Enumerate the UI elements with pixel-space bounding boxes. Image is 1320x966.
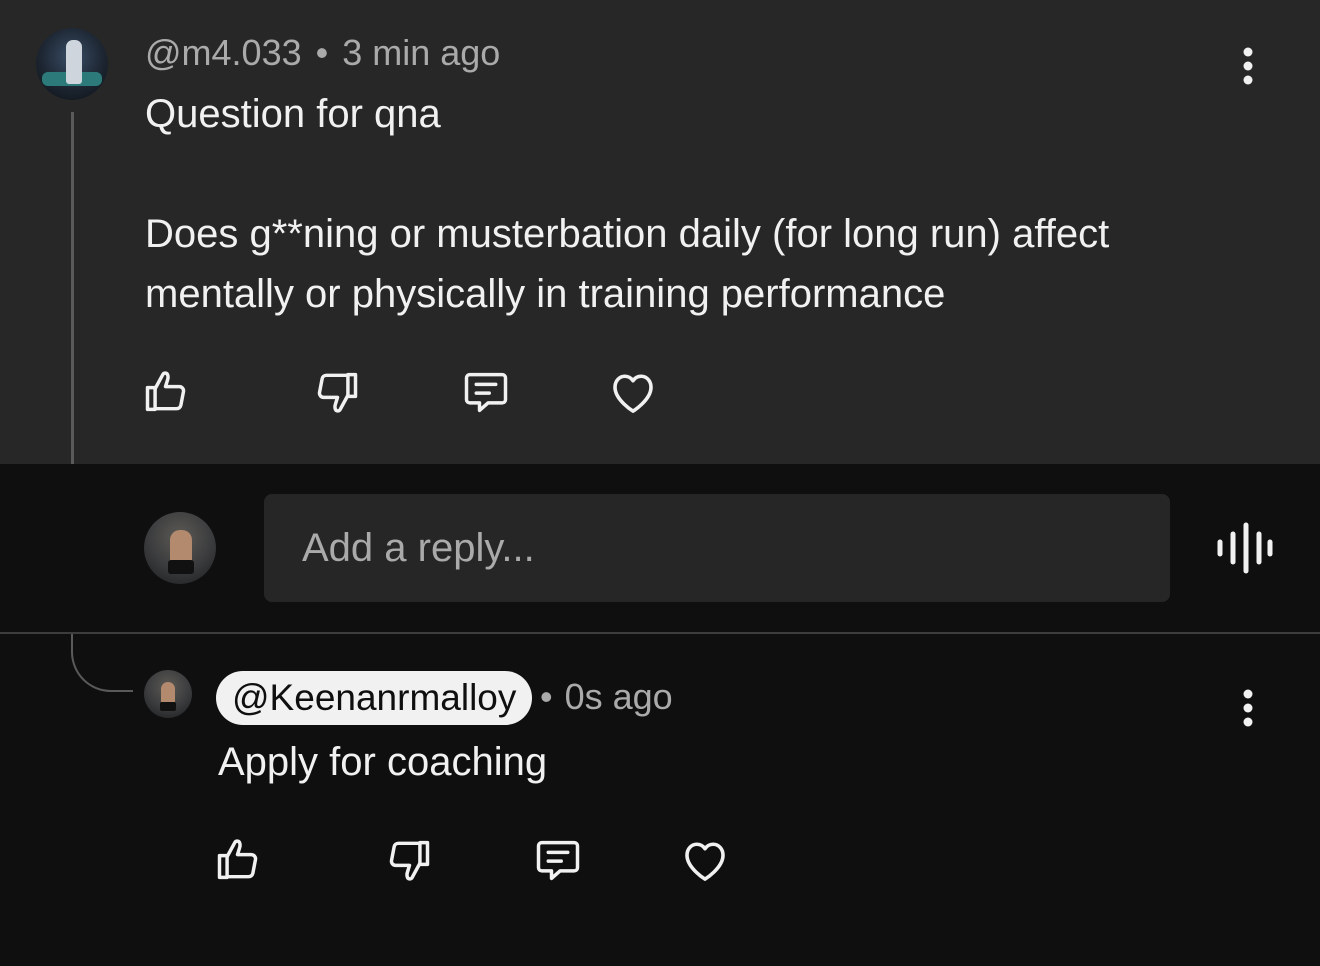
heart-icon [685,842,725,881]
avatar-image-figure [170,530,192,564]
avatar[interactable] [144,670,192,718]
avatar-image-shorts [168,560,194,574]
reply-button[interactable] [458,364,514,420]
comments-page: @m4.033 • 3 min ago Question for qna Does … [0,0,1320,966]
voice-input-button[interactable] [1212,522,1276,574]
dislike-icon [389,840,430,881]
avatar-image-figure [161,682,175,704]
avatar-image-shorts [160,702,176,711]
heart-icon [613,374,653,413]
thread-connector [71,634,133,692]
author-chip[interactable]: @Keenanrmalloy [216,671,533,725]
comment-meta: • 0s ago [540,676,673,718]
avatar[interactable] [36,28,108,100]
dislike-icon [317,372,358,413]
comment-timestamp: 3 min ago [342,32,501,73]
meta-separator: • [315,32,329,73]
heart-button[interactable] [677,832,733,888]
voice-wave-icon [1217,522,1273,574]
comment-timestamp: 0s ago [564,676,673,717]
more-options-button[interactable] [1228,36,1268,96]
dislike-button[interactable] [308,364,364,420]
comment-author[interactable]: @m4.033 [145,32,302,73]
divider [0,632,1320,634]
reply-icon [536,840,580,881]
meta-separator: • [540,676,553,717]
like-button[interactable] [211,832,267,888]
dislike-button[interactable] [380,832,436,888]
more-options-button[interactable] [1228,678,1268,738]
like-icon [145,371,186,412]
like-button[interactable] [139,364,195,420]
more-vert-icon [1243,689,1253,727]
comment-text: Apply for coaching [218,740,548,784]
reply-button[interactable] [530,832,586,888]
reply-icon [464,372,508,413]
thread-line [71,112,74,464]
current-user-avatar [144,512,216,584]
comment-meta: @m4.033 • 3 min ago [145,32,500,74]
top-comment: @m4.033 • 3 min ago Question for qna Does … [0,0,1320,464]
heart-button[interactable] [605,364,661,420]
more-vert-icon [1243,47,1253,85]
like-icon [217,839,258,880]
avatar-image-figure [66,40,82,84]
reply-input[interactable] [264,494,1170,602]
comment-text: Question for qna Does g**ning or musterb… [145,92,1110,316]
